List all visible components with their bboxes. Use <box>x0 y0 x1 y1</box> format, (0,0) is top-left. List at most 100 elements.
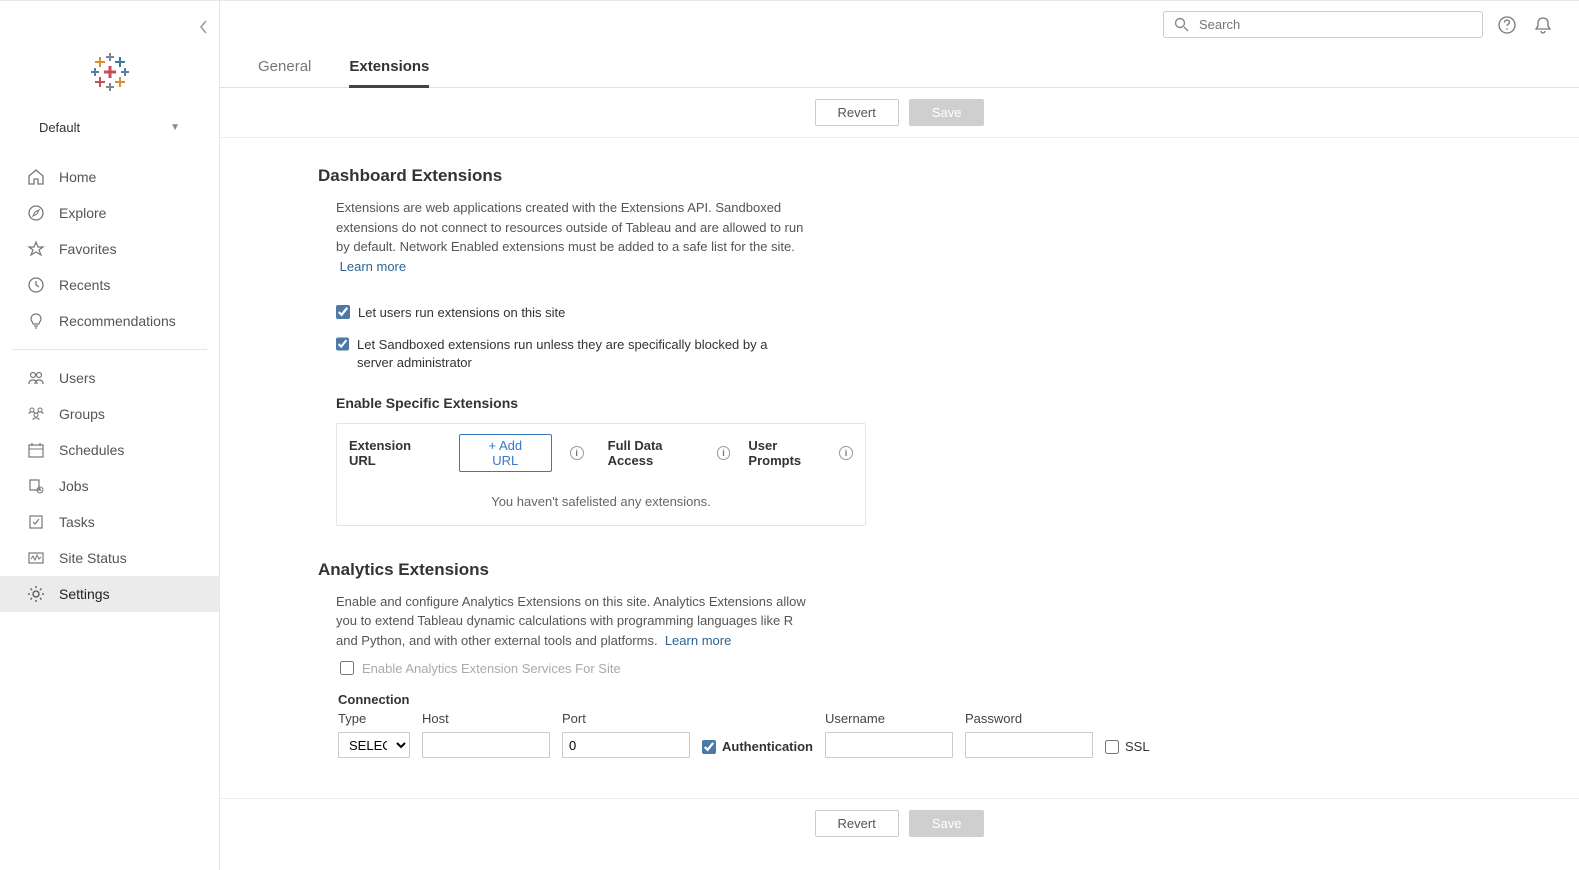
help-button[interactable] <box>1495 13 1519 37</box>
search-box[interactable] <box>1163 11 1483 38</box>
gear-icon <box>27 585 45 603</box>
authentication-checkbox[interactable] <box>702 740 716 754</box>
star-icon <box>27 240 45 258</box>
nav-divider <box>12 349 207 350</box>
nav-site-status[interactable]: Site Status <box>0 540 219 576</box>
ssl-checkbox[interactable] <box>1105 740 1119 754</box>
dashboard-extensions-desc: Extensions are web applications created … <box>336 198 806 276</box>
extensions-empty-state: You haven't safelisted any extensions. <box>337 482 865 525</box>
nav-settings[interactable]: Settings <box>0 576 219 612</box>
nav-tasks[interactable]: Tasks <box>0 504 219 540</box>
enable-specific-extensions-title: Enable Specific Extensions <box>336 395 1220 411</box>
let-sandboxed-run-checkbox[interactable] <box>336 337 349 351</box>
col-user-prompts: User Prompts i <box>748 438 853 468</box>
add-url-button[interactable]: + Add URL <box>459 434 552 472</box>
tab-extensions[interactable]: Extensions <box>349 58 429 88</box>
nav-tasks-label: Tasks <box>59 514 95 530</box>
collapse-sidebar-icon[interactable] <box>199 19 209 35</box>
type-select[interactable]: SELECT <box>338 732 410 758</box>
nav-groups-label: Groups <box>59 406 105 422</box>
calendar-icon <box>27 441 45 459</box>
nav-jobs[interactable]: Jobs <box>0 468 219 504</box>
extensions-table-header: Extension URL + Add URL i Full Data Acce… <box>337 424 865 482</box>
connection-password-field: Password <box>965 711 1093 758</box>
jobs-icon <box>27 477 45 495</box>
search-icon <box>1174 17 1189 32</box>
port-label: Port <box>562 711 690 726</box>
let-sandboxed-run-label: Let Sandboxed extensions run unless they… <box>357 336 776 372</box>
nav-favorites[interactable]: Favorites <box>0 231 219 267</box>
actionbar-top: Revert Save <box>220 88 1579 138</box>
nav-jobs-label: Jobs <box>59 478 89 494</box>
actionbar-bottom: Revert Save <box>220 798 1579 848</box>
chevron-down-icon: ▼ <box>170 122 180 133</box>
host-label: Host <box>422 711 550 726</box>
nav-schedules[interactable]: Schedules <box>0 432 219 468</box>
col-full-data-access: Full Data Access i <box>608 438 731 468</box>
username-input[interactable] <box>825 732 953 758</box>
tabs: General Extensions <box>220 48 1579 88</box>
extensions-table: Extension URL + Add URL i Full Data Acce… <box>336 423 866 526</box>
enable-analytics-services-checkbox[interactable] <box>340 661 354 675</box>
nav-schedules-label: Schedules <box>59 442 124 458</box>
save-button-bottom[interactable]: Save <box>909 810 985 837</box>
nav-recommendations-label: Recommendations <box>59 313 176 329</box>
connection-label: Connection <box>338 692 1220 707</box>
site-selector[interactable]: Default ▼ <box>0 112 219 153</box>
info-icon[interactable]: i <box>839 446 853 460</box>
enable-analytics-services[interactable]: Enable Analytics Extension Services For … <box>340 660 780 678</box>
tab-general[interactable]: General <box>258 58 311 88</box>
analytics-extensions-title: Analytics Extensions <box>318 560 1220 580</box>
bulb-icon <box>27 312 45 330</box>
status-icon <box>27 549 45 567</box>
revert-button[interactable]: Revert <box>815 99 899 126</box>
info-icon[interactable]: i <box>717 446 731 460</box>
tasks-icon <box>27 513 45 531</box>
type-label: Type <box>338 711 410 726</box>
info-icon[interactable]: i <box>570 446 584 460</box>
nav-users[interactable]: Users <box>0 360 219 396</box>
nav-groups[interactable]: Groups <box>0 396 219 432</box>
col-full-data-label: Full Data Access <box>608 438 711 468</box>
nav-settings-label: Settings <box>59 586 110 602</box>
port-input[interactable] <box>562 732 690 758</box>
nav-home[interactable]: Home <box>0 159 219 195</box>
app-logo <box>0 1 219 112</box>
connection-host-field: Host <box>422 711 550 758</box>
connection-row: Type SELECT Host Port Authentication <box>338 711 1220 758</box>
col-extension-url-label: Extension URL <box>349 438 441 468</box>
host-input[interactable] <box>422 732 550 758</box>
col-extension-url: Extension URL <box>349 438 441 468</box>
password-label: Password <box>965 711 1093 726</box>
ssl-toggle[interactable]: SSL <box>1105 739 1150 758</box>
main: General Extensions Revert Save Dashboard… <box>220 1 1579 870</box>
nav-home-label: Home <box>59 169 96 185</box>
password-input[interactable] <box>965 732 1093 758</box>
clock-icon <box>27 276 45 294</box>
nav-status-label: Site Status <box>59 550 127 566</box>
nav-recents[interactable]: Recents <box>0 267 219 303</box>
connection-type-field: Type SELECT <box>338 711 410 758</box>
authentication-toggle[interactable]: Authentication <box>702 739 813 758</box>
analytics-extensions-desc-text: Enable and configure Analytics Extension… <box>336 594 806 648</box>
username-label: Username <box>825 711 953 726</box>
let-users-run-extensions-checkbox[interactable] <box>336 305 350 319</box>
col-user-prompts-label: User Prompts <box>748 438 833 468</box>
dashboard-extensions-desc-text: Extensions are web applications created … <box>336 200 803 254</box>
sidebar: Default ▼ Home Explore Favorites Recents <box>0 1 220 870</box>
analytics-learn-more-link[interactable]: Learn more <box>665 633 731 648</box>
nav: Home Explore Favorites Recents Recommend… <box>0 153 219 618</box>
let-sandboxed-run[interactable]: Let Sandboxed extensions run unless they… <box>336 336 776 372</box>
dashboard-learn-more-link[interactable]: Learn more <box>340 259 406 274</box>
enable-analytics-services-label: Enable Analytics Extension Services For … <box>362 660 621 678</box>
search-input[interactable] <box>1199 17 1472 32</box>
let-users-run-extensions[interactable]: Let users run extensions on this site <box>336 304 776 322</box>
home-icon <box>27 168 45 186</box>
notifications-button[interactable] <box>1531 13 1555 37</box>
revert-button-bottom[interactable]: Revert <box>815 810 899 837</box>
nav-users-label: Users <box>59 370 96 386</box>
nav-explore[interactable]: Explore <box>0 195 219 231</box>
site-name: Default <box>39 120 80 135</box>
save-button[interactable]: Save <box>909 99 985 126</box>
nav-recommendations[interactable]: Recommendations <box>0 303 219 339</box>
